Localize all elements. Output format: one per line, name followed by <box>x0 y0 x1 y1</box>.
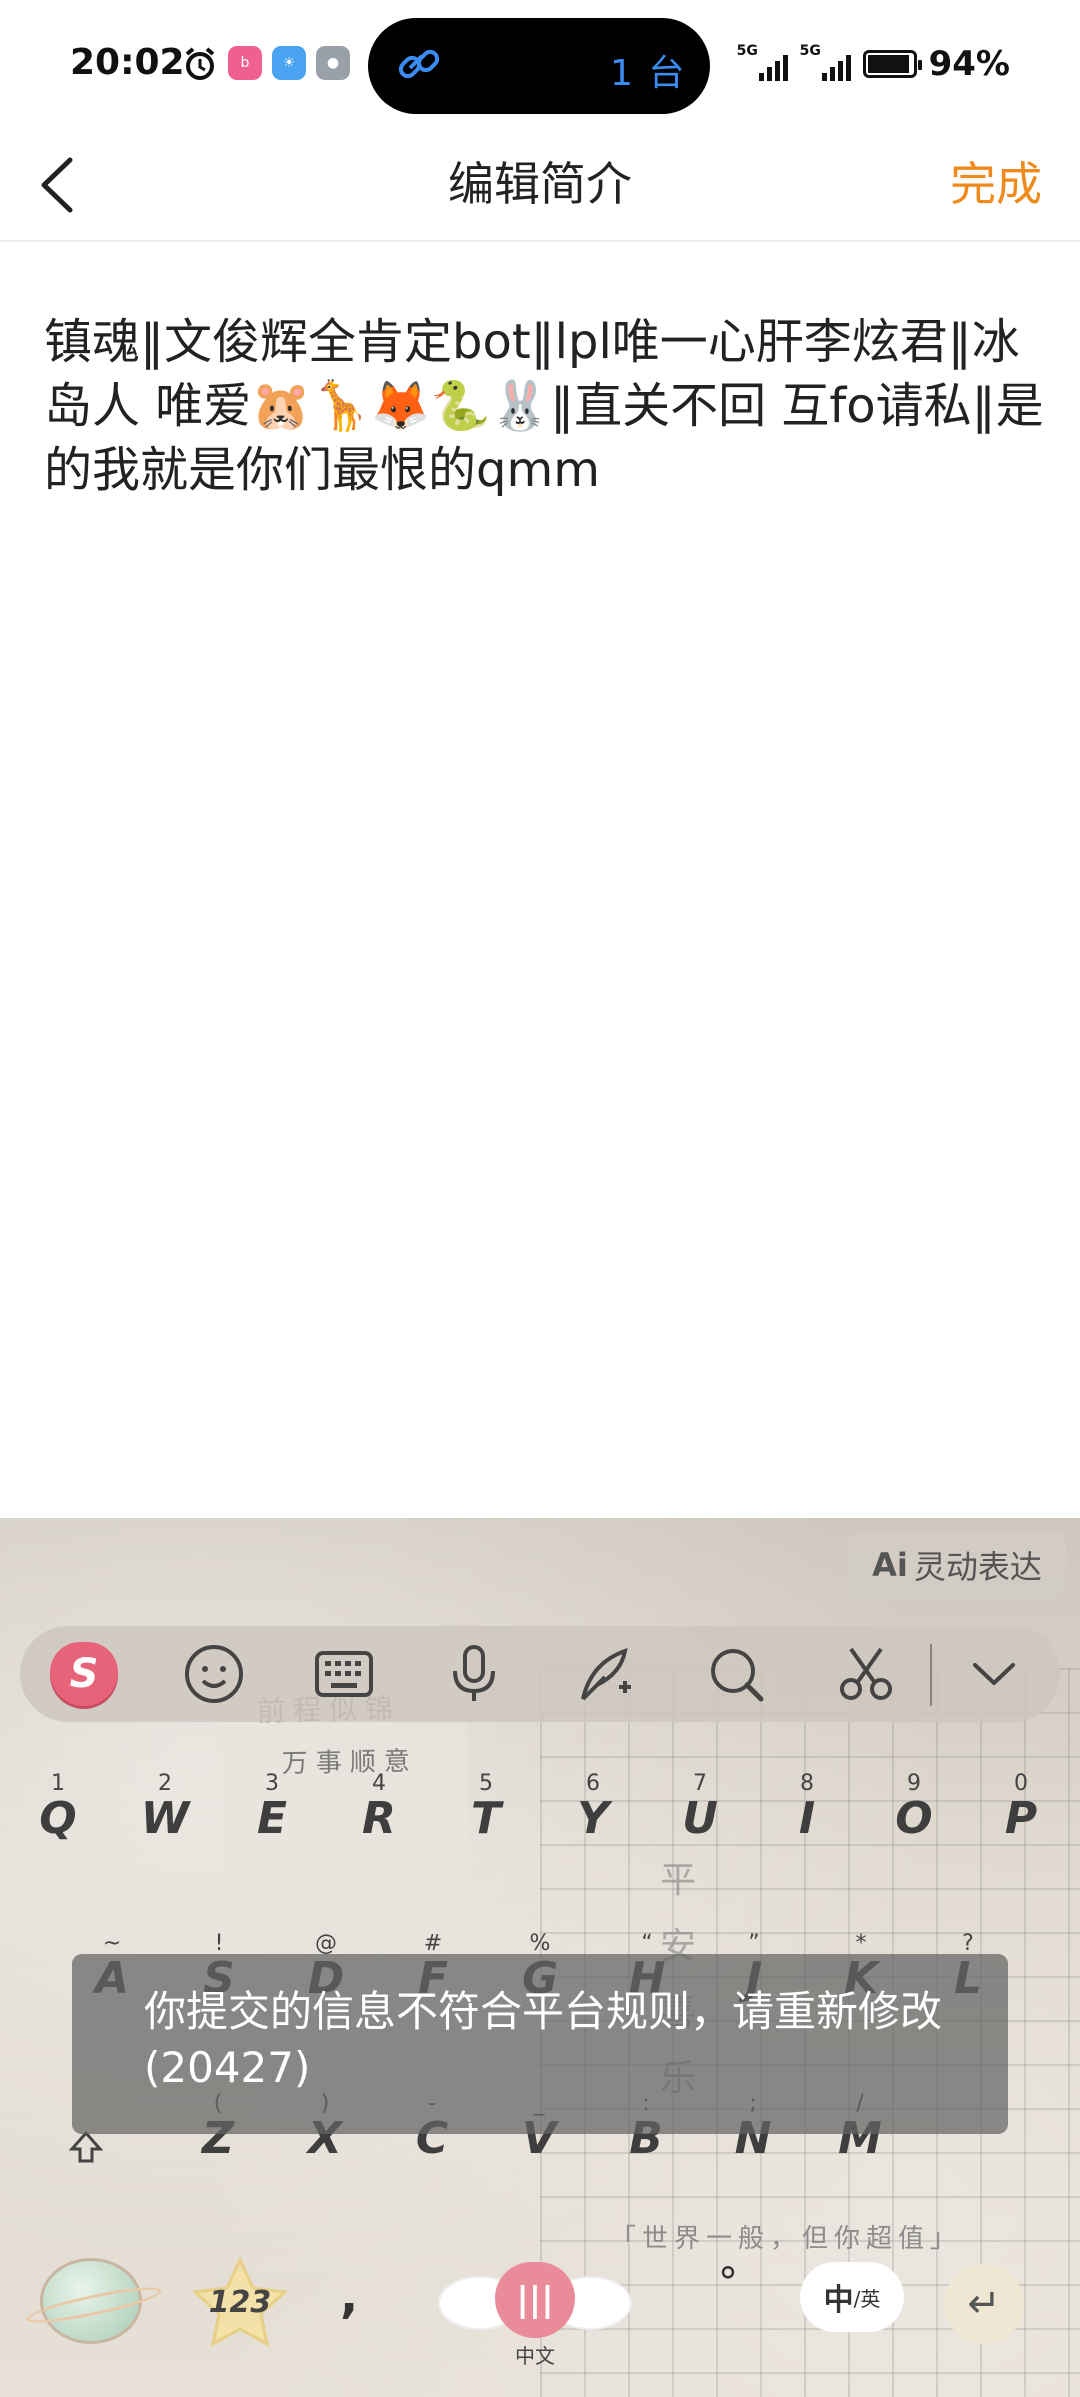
clock: 20:02 <box>70 42 185 83</box>
link-icon <box>398 49 440 79</box>
sogou-logo-button[interactable]: S <box>50 1640 118 1708</box>
app-icon: ● <box>316 46 350 80</box>
clipboard-button[interactable] <box>832 1640 900 1708</box>
key-letter: Q <box>39 1793 77 1844</box>
battery-percent: 94% <box>928 44 1010 84</box>
scissors-icon <box>840 1647 892 1700</box>
key-letter: I <box>798 1793 816 1844</box>
keyboard-toolbar: S <box>20 1626 1060 1722</box>
page-title: 编辑简介 <box>448 157 632 211</box>
signal-icon-2: 5G <box>800 43 851 81</box>
signal-icon: 5G <box>737 43 788 81</box>
key-i[interactable]: 8I <box>757 1771 857 1881</box>
key-letter: W <box>140 1793 190 1844</box>
language-switch-key[interactable]: 中/英 <box>800 2262 904 2332</box>
bio-textarea[interactable]: 镇魂‖文俊辉全肯定bot‖lpl唯一心肝李炫君‖冰岛人 唯爱🐹🦒🦊🐍🐰‖直关不回… <box>44 310 1044 502</box>
keyboard-bottom-row: 123 , ||| 中文 ° 中/英 ↵ <box>0 2238 1080 2378</box>
key-letter: U <box>682 1793 718 1844</box>
status-right: 5G 5G 94% <box>737 43 1010 84</box>
keyboard-icon <box>315 1651 373 1697</box>
voice-input-button[interactable] <box>440 1640 508 1708</box>
heart-icon: ||| <box>495 2262 575 2338</box>
bilibili-icon: b <box>228 46 262 80</box>
chevron-down-icon <box>973 1663 1015 1685</box>
key-letter: E <box>256 1793 288 1844</box>
key-p[interactable]: 0P <box>971 1771 1071 1881</box>
toast-message: 你提交的信息不符合平台规则，请重新修改(20427) <box>144 1987 943 2092</box>
dynamic-island[interactable]: 1 台 <box>368 18 710 114</box>
nav-bar: 编辑简介 完成 <box>0 130 1080 242</box>
done-button[interactable]: 完成 <box>950 148 1042 214</box>
enter-key[interactable]: ↵ <box>944 2264 1024 2344</box>
key-letter: P <box>1004 1793 1038 1844</box>
lang-sub: /英 <box>853 2286 881 2311</box>
handwriting-button[interactable] <box>572 1640 640 1708</box>
sogou-icon: S <box>50 1642 118 1706</box>
space-key[interactable]: ||| 中文 <box>440 2248 630 2368</box>
comma-key[interactable]: , <box>340 2268 358 2324</box>
planet-icon[interactable] <box>40 2258 142 2344</box>
lang-main: 中 <box>823 2283 854 2318</box>
weather-icon: ☀ <box>272 46 306 80</box>
microphone-icon <box>453 1645 495 1701</box>
keyboard-layout-button[interactable] <box>310 1640 378 1708</box>
search-button[interactable] <box>702 1640 770 1708</box>
key-r[interactable]: 4R <box>329 1771 429 1881</box>
device-count: 1 台 <box>610 53 687 94</box>
key-o[interactable]: 9O <box>864 1771 964 1881</box>
key-t[interactable]: 5T <box>436 1771 536 1881</box>
key-letter: T <box>470 1793 501 1844</box>
key-e[interactable]: 3E <box>222 1771 322 1881</box>
key-u[interactable]: 7U <box>650 1771 750 1881</box>
space-sublabel: 中文 <box>515 2344 555 2368</box>
emoji-button[interactable] <box>180 1640 248 1708</box>
toolbar-divider <box>930 1644 932 1706</box>
key-row-1: 1Q2W3E4R5T6Y7U8I9O0P <box>0 1771 1080 1881</box>
key-letter: R <box>362 1793 396 1844</box>
ai-icon: Ai <box>872 1546 908 1584</box>
key-q[interactable]: 1Q <box>8 1771 108 1881</box>
ai-expression-label: 灵动表达 <box>913 1548 1042 1586</box>
battery-icon <box>862 50 922 78</box>
key-y[interactable]: 6Y <box>543 1771 643 1881</box>
status-bar: 20:02 b ☀ ● 1 台 5G 5G 94% <box>0 0 1080 130</box>
ai-expression-button[interactable]: Ai 灵动表达 <box>848 1530 1066 1600</box>
number-mode-label: 123 <box>208 2284 272 2320</box>
key-letter: O <box>895 1793 933 1844</box>
alarm-icon <box>182 46 218 86</box>
notification-icons: b ☀ ● <box>182 46 350 86</box>
period-key[interactable]: ° <box>718 2260 738 2306</box>
error-toast: 你提交的信息不符合平台规则，请重新修改(20427) <box>72 1954 1008 2134</box>
search-icon <box>711 1649 764 1702</box>
quill-icon <box>581 1647 631 1701</box>
smiley-icon <box>185 1645 243 1703</box>
key-w[interactable]: 2W <box>115 1771 215 1881</box>
key-letter: Y <box>577 1793 609 1844</box>
collapse-keyboard-button[interactable] <box>960 1640 1028 1708</box>
number-mode-key[interactable]: 123 <box>185 2256 295 2348</box>
